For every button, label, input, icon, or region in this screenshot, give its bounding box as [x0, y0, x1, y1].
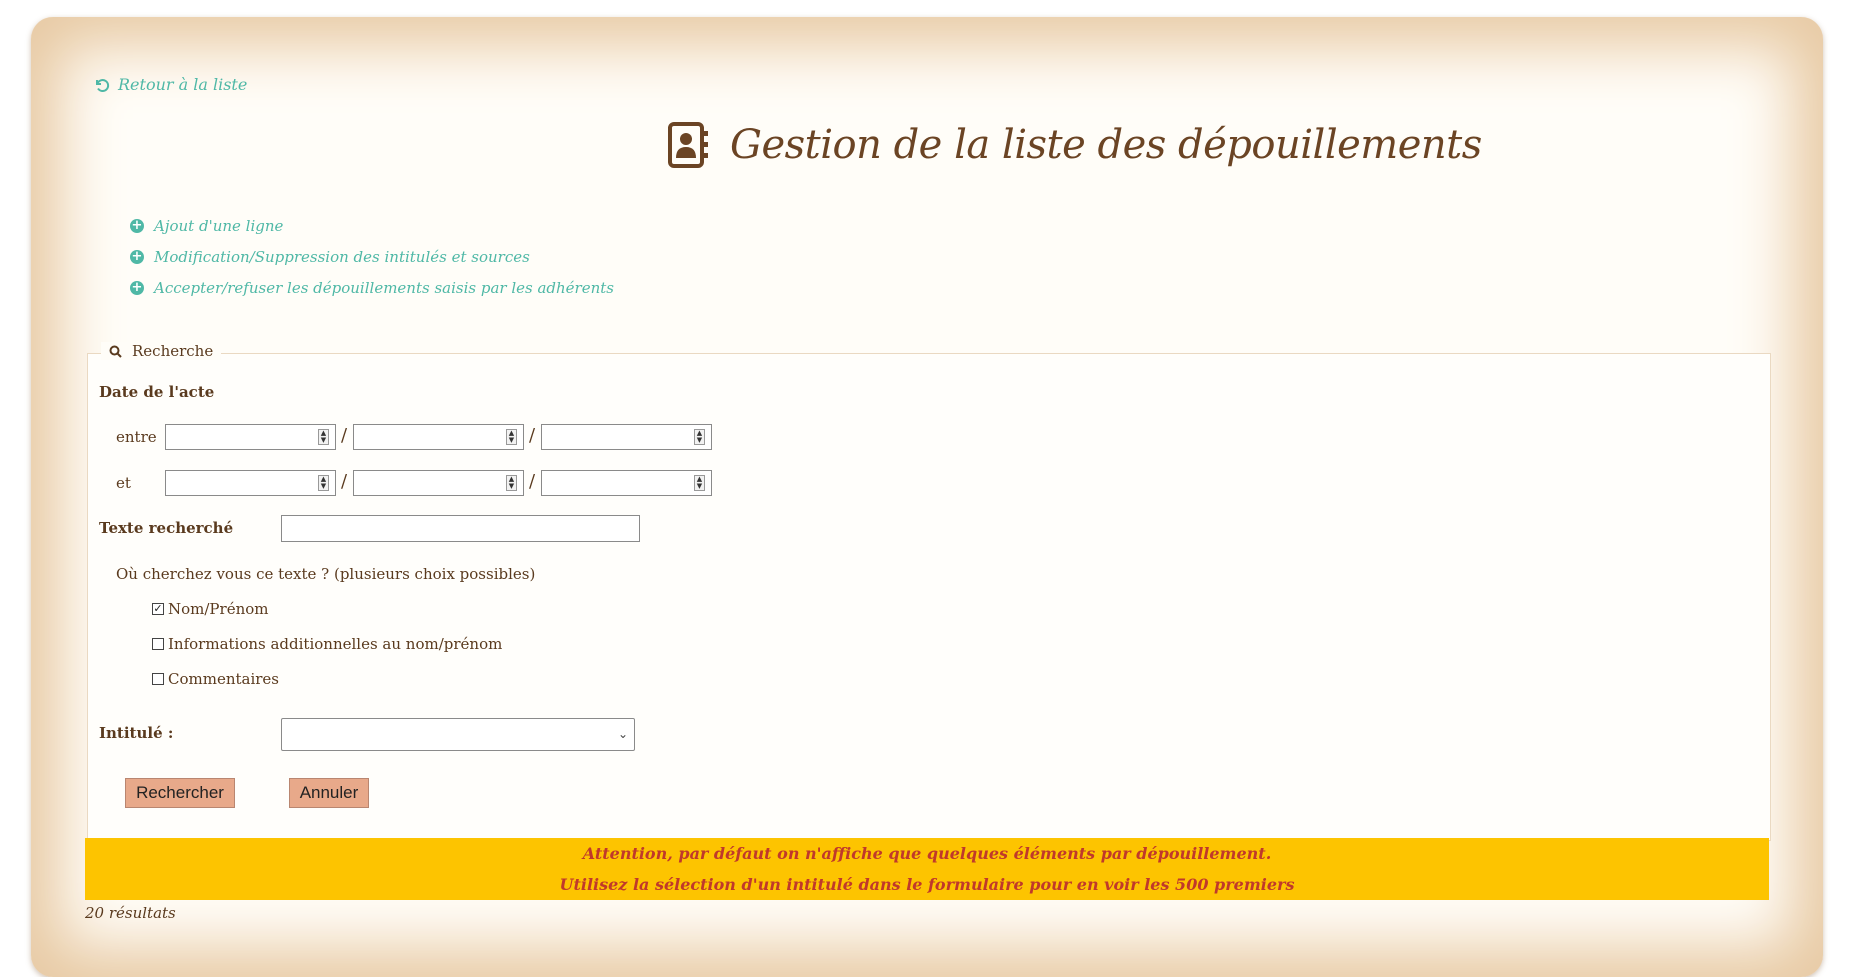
and-label: et [116, 474, 131, 492]
intitule-select[interactable]: ⌄ [281, 718, 635, 751]
plus-circle-icon: + [130, 280, 144, 295]
edit-titles-sources-link[interactable]: + Modification/Suppression des intitulés… [130, 241, 614, 272]
option-name[interactable]: ✓ Nom/Prénom [152, 600, 269, 618]
date-to-day-input[interactable]: ▲ ▼ [165, 470, 336, 496]
cancel-button[interactable]: Annuler [289, 778, 369, 808]
actions-list: + Ajout d'une ligne + Modification/Suppr… [130, 210, 614, 303]
page-title: Gestion de la liste des dépouillements [730, 122, 1482, 168]
date-to-year-input[interactable]: ▲ ▼ [541, 470, 712, 496]
spinner-icon[interactable]: ▲ ▼ [506, 429, 517, 445]
date-from-day-input[interactable]: ▲ ▼ [165, 424, 336, 450]
spinner-icon[interactable]: ▲ ▼ [694, 475, 705, 491]
warning-banner: Attention, par défaut on n'affiche que q… [85, 838, 1769, 900]
option-comments[interactable]: Commentaires [152, 670, 279, 688]
plus-circle-icon: + [130, 249, 144, 264]
undo-icon [96, 78, 110, 92]
option-label: Commentaires [168, 670, 280, 688]
action-label: Ajout d'une ligne [154, 216, 284, 235]
plus-circle-icon: + [130, 218, 144, 233]
add-line-link[interactable]: + Ajout d'une ligne [130, 210, 614, 241]
date-from-month-input[interactable]: ▲ ▼ [353, 424, 524, 450]
date-label: Date de l'acte [99, 383, 215, 401]
spinner-icon[interactable]: ▲ ▼ [318, 429, 329, 445]
date-separator: / [529, 425, 536, 446]
search-legend: Recherche [101, 342, 222, 360]
action-label: Modification/Suppression des intitulés e… [154, 247, 530, 266]
option-label: Informations additionnelles au nom/préno… [168, 635, 503, 653]
search-button[interactable]: Rechercher [125, 778, 235, 808]
search-legend-label: Recherche [132, 342, 214, 360]
text-search-label: Texte recherché [99, 519, 234, 537]
chevron-down-icon: ⌄ [617, 727, 628, 741]
search-fieldset [87, 353, 1771, 841]
checkbox[interactable]: ✓ [152, 603, 164, 615]
intitule-label: Intitulé : [99, 724, 174, 742]
checkbox[interactable] [152, 673, 164, 685]
option-label: Nom/Prénom [168, 600, 269, 618]
date-separator: / [529, 471, 536, 492]
address-book-icon [668, 122, 708, 168]
spinner-icon[interactable]: ▲ ▼ [506, 475, 517, 491]
text-search-input[interactable] [281, 515, 640, 542]
page-header: Gestion de la liste des dépouillements [668, 122, 1482, 168]
checkbox[interactable] [152, 638, 164, 650]
option-additional-info[interactable]: Informations additionnelles au nom/préno… [152, 635, 502, 653]
spinner-icon[interactable]: ▲ ▼ [318, 475, 329, 491]
back-link-label: Retour à la liste [118, 75, 248, 94]
date-separator: / [341, 471, 348, 492]
back-to-list-link[interactable]: Retour à la liste [94, 75, 247, 94]
spinner-icon[interactable]: ▲ ▼ [694, 429, 705, 445]
search-icon [109, 345, 122, 358]
results-count: 20 résultats [85, 904, 176, 922]
where-label: Où cherchez vous ce texte ? (plusieurs c… [116, 565, 536, 583]
review-submissions-link[interactable]: + Accepter/refuser les dépouillements sa… [130, 272, 614, 303]
action-label: Accepter/refuser les dépouillements sais… [154, 278, 614, 297]
warning-line-1: Attention, par défaut on n'affiche que q… [582, 844, 1272, 863]
warning-line-2: Utilisez la sélection d'un intitulé dans… [559, 875, 1295, 894]
date-from-year-input[interactable]: ▲ ▼ [541, 424, 712, 450]
between-label: entre [116, 428, 157, 446]
date-separator: / [341, 425, 348, 446]
date-to-month-input[interactable]: ▲ ▼ [353, 470, 524, 496]
